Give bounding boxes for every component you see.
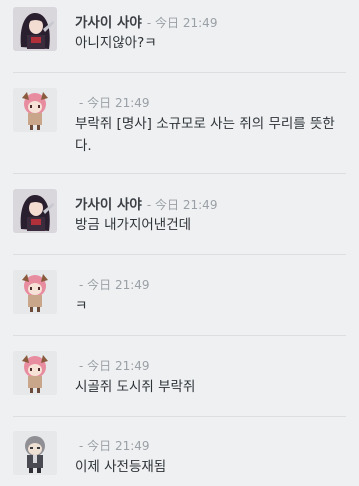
chat-log: 가사이 사야 - 今日 21:49 아니지않아?ㅋ - 今日 21:49 부락쥐…	[0, 0, 359, 486]
message-text: ㅋ	[75, 298, 88, 314]
chat-message: - 今日 21:49 부락쥐 [명사] 소규모로 사는 쥐의 무리를 뜻한다.	[0, 81, 359, 176]
timestamp: - 今日 21:49	[79, 439, 150, 453]
timestamp: - 今日 21:49	[79, 359, 150, 373]
divider	[13, 335, 346, 336]
avatar-pink-haired-chibi[interactable]	[13, 270, 57, 314]
timestamp: - 今日 21:49	[146, 198, 218, 212]
message-text: 이제 사전등재됨	[75, 459, 167, 475]
message-text: 방금 내가지어낸건데	[75, 217, 192, 233]
pink-haired-chibi-avatar-icon	[13, 270, 57, 314]
author-name[interactable]: 가사이 사야	[75, 197, 142, 213]
divider	[13, 416, 346, 417]
dark-haired-girl-avatar-icon	[13, 7, 57, 51]
pink-haired-chibi-avatar-icon	[13, 88, 57, 132]
dark-haired-girl-avatar-icon	[13, 189, 57, 233]
avatar-grey-haired-chibi[interactable]	[13, 431, 57, 475]
avatar-dark-haired-girl[interactable]	[13, 7, 57, 51]
chat-message: 가사이 사야 - 今日 21:49 방금 내가지어낸건데	[0, 182, 359, 257]
pink-haired-chibi-avatar-icon	[13, 351, 57, 395]
divider	[13, 173, 346, 174]
avatar-pink-haired-chibi[interactable]	[13, 351, 57, 395]
divider	[13, 72, 346, 73]
chat-message: - 今日 21:49 ㅋ	[0, 263, 359, 338]
grey-haired-chibi-avatar-icon	[13, 431, 57, 475]
author-name[interactable]: 가사이 사야	[75, 15, 142, 31]
chat-message: - 今日 21:49 이제 사전등재됨	[0, 424, 359, 486]
message-text: 시골쥐 도시쥐 부락쥐	[75, 379, 196, 395]
chat-message: - 今日 21:49 시골쥐 도시쥐 부락쥐	[0, 344, 359, 419]
avatar-dark-haired-girl[interactable]	[13, 189, 57, 233]
chat-message: 가사이 사야 - 今日 21:49 아니지않아?ㅋ	[0, 0, 359, 75]
avatar-pink-haired-chibi[interactable]	[13, 88, 57, 132]
divider	[13, 254, 346, 255]
timestamp: - 今日 21:49	[146, 16, 218, 30]
timestamp: - 今日 21:49	[79, 96, 150, 110]
message-text: 아니지않아?ㅋ	[75, 35, 157, 51]
message-text: 부락쥐 [명사] 소규모로 사는 쥐의 무리를 뜻한다.	[75, 116, 335, 154]
timestamp: - 今日 21:49	[79, 278, 150, 292]
